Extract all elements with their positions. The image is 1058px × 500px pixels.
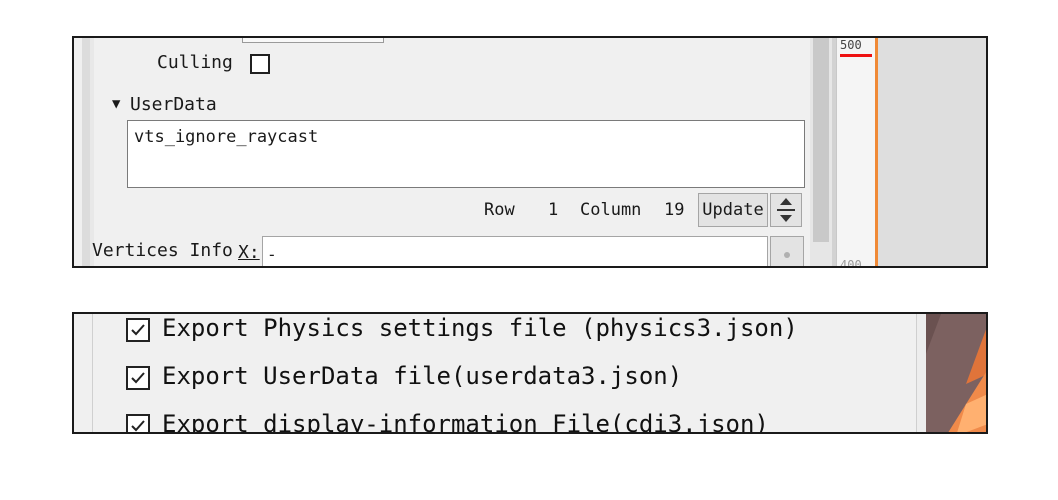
column-value: 19 bbox=[664, 200, 685, 220]
checkmark-icon bbox=[131, 420, 145, 432]
collapse-arrow-icon[interactable]: ▼ bbox=[112, 96, 120, 112]
ruler-label-bottom: 400 bbox=[840, 258, 862, 268]
export-userdata-label: Export UserData file(userdata3.json) bbox=[162, 362, 683, 390]
userdata-section-label[interactable]: UserData bbox=[130, 94, 217, 115]
export-cdi-checkbox[interactable] bbox=[126, 414, 150, 432]
inspector-panel: Culling ▼ UserData vts_ignore_raycast Ro… bbox=[72, 36, 988, 268]
artwork-graphic bbox=[926, 314, 986, 432]
left-margin bbox=[74, 314, 93, 432]
row-label: Row bbox=[484, 200, 515, 220]
culling-checkbox[interactable] bbox=[250, 54, 270, 74]
vertex-x-field[interactable]: - bbox=[262, 236, 768, 266]
vertex-x-value: - bbox=[267, 245, 277, 264]
resize-vertical-icon bbox=[777, 198, 795, 222]
x-label: X: bbox=[238, 242, 260, 263]
ruler-marker bbox=[840, 54, 872, 57]
vertices-info-label: Vertices Info bbox=[92, 240, 233, 261]
culling-label: Culling bbox=[157, 52, 233, 73]
ruler-label-top: 500 bbox=[840, 38, 862, 52]
splitter-handle[interactable] bbox=[770, 193, 802, 227]
checkmark-icon bbox=[131, 324, 145, 336]
export-userdata-checkbox[interactable] bbox=[126, 366, 150, 390]
content-rail bbox=[90, 38, 94, 266]
update-button[interactable]: Update bbox=[698, 193, 768, 227]
timeline-ruler bbox=[836, 38, 877, 266]
checkmark-icon bbox=[131, 372, 145, 384]
export-cdi-label: Export display-information File(cdi3.jso… bbox=[162, 410, 769, 434]
userdata-text: vts_ignore_raycast bbox=[134, 127, 319, 147]
userdata-textarea[interactable]: vts_ignore_raycast bbox=[127, 120, 805, 188]
export-physics-label: Export Physics settings file (physics3.j… bbox=[162, 314, 798, 342]
scrollbar-thumb[interactable] bbox=[813, 38, 829, 242]
top-field-stub[interactable] bbox=[242, 38, 384, 43]
preview-artwork bbox=[926, 314, 986, 432]
vertex-action-button[interactable] bbox=[770, 236, 804, 266]
column-label: Column bbox=[580, 200, 642, 220]
dot-icon bbox=[784, 252, 790, 258]
timeline-area bbox=[878, 38, 986, 266]
export-options-panel: Export Physics settings file (physics3.j… bbox=[72, 312, 988, 434]
row-value: 1 bbox=[548, 200, 559, 220]
export-physics-checkbox[interactable] bbox=[126, 318, 150, 342]
